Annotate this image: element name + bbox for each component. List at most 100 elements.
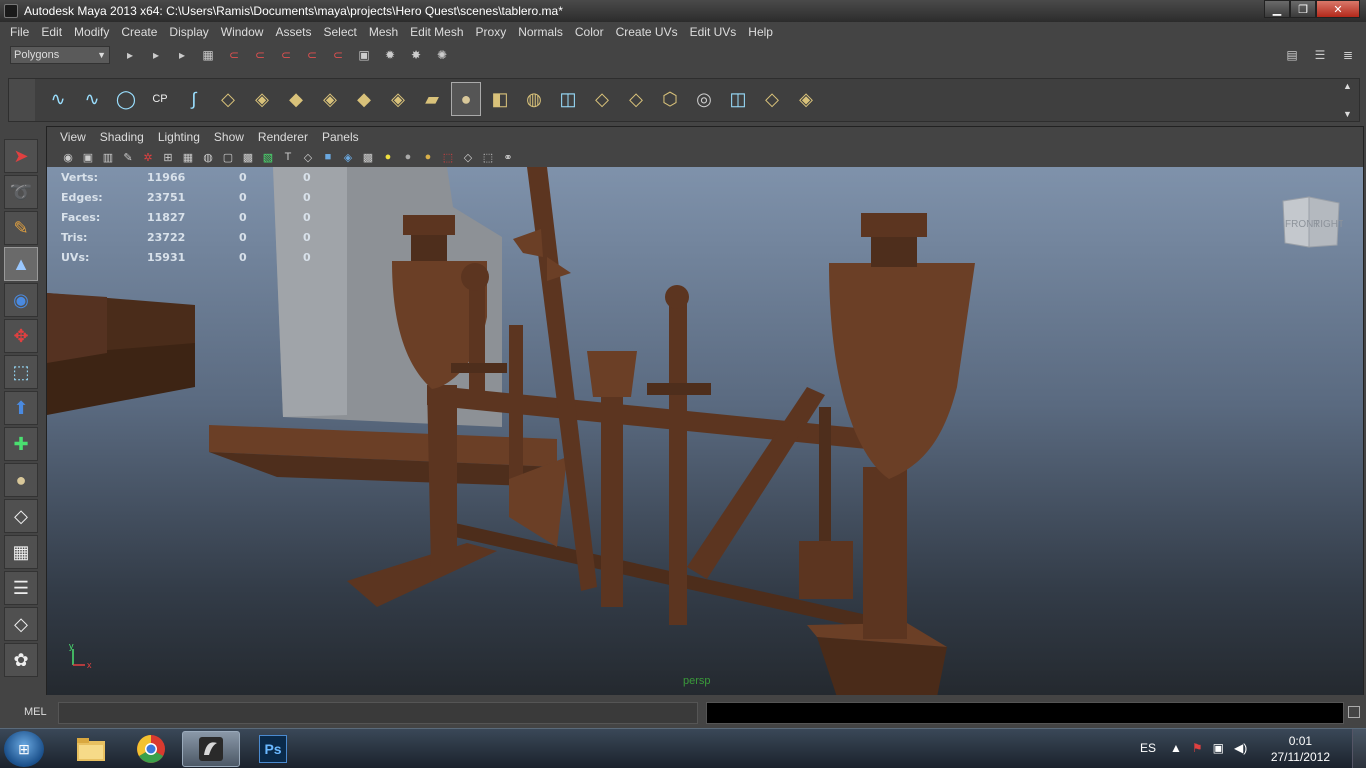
menu-color[interactable]: Color [569, 25, 610, 39]
lasso-tool-icon[interactable]: ➰ [4, 175, 38, 209]
circle-tool-icon[interactable]: ◯ [111, 82, 141, 116]
minimize-button[interactable]: ▁ [1264, 0, 1290, 18]
panel-menu-renderer[interactable]: Renderer [251, 130, 315, 144]
two-d-pan-zoom-icon[interactable]: ✲ [139, 149, 157, 165]
scroll-up-icon[interactable]: ▲ [1343, 81, 1357, 91]
grid-icon[interactable]: ⊞ [159, 149, 177, 165]
bevel-tool-icon[interactable]: ◆ [281, 82, 311, 116]
film-gate-icon[interactable]: ▦ [179, 149, 197, 165]
command-input[interactable] [58, 702, 698, 724]
menu-mesh[interactable]: Mesh [363, 25, 404, 39]
start-button[interactable]: ⊞ [4, 731, 44, 767]
polygon-plane-tool-icon[interactable]: ◇ [213, 82, 243, 116]
menu-display[interactable]: Display [163, 25, 214, 39]
tool-settings-icon[interactable]: ☰ [1310, 46, 1330, 64]
language-indicator[interactable]: ES [1140, 741, 1156, 755]
camera-attributes-icon[interactable]: ▣ [79, 149, 97, 165]
xray-components-icon[interactable]: ⚭ [499, 149, 517, 165]
menu-help[interactable]: Help [742, 25, 779, 39]
append-tool-icon[interactable]: ◆ [349, 82, 379, 116]
taskbar-chrome[interactable] [122, 731, 180, 767]
resolution-gate-icon[interactable]: ◍ [199, 149, 217, 165]
xray-joints-icon[interactable]: ⬚ [479, 149, 497, 165]
menu-normals[interactable]: Normals [512, 25, 569, 39]
cube-tool-icon[interactable]: ◧ [485, 82, 515, 116]
snap-point-icon[interactable]: ⊂ [276, 46, 296, 64]
single-layout-icon[interactable]: ◇ [4, 499, 38, 533]
snap-plane-icon[interactable]: ⊂ [302, 46, 322, 64]
bookmarks-icon[interactable]: ▥ [99, 149, 117, 165]
snapshot-tool-icon[interactable]: ◇ [757, 82, 787, 116]
panel-menu-view[interactable]: View [53, 130, 93, 144]
last-tool-icon[interactable]: ● [4, 463, 38, 497]
menu-select[interactable]: Select [317, 25, 362, 39]
volume-icon[interactable]: ◀) [1234, 741, 1247, 755]
cylindrical-map-tool-icon[interactable]: ◇ [621, 82, 651, 116]
ipr-icon[interactable]: ✹ [380, 46, 400, 64]
scroll-down-icon[interactable]: ▼ [1343, 109, 1357, 119]
cv-curve-tool-icon[interactable]: CP [145, 82, 175, 116]
hypershade-icon[interactable]: ✺ [432, 46, 452, 64]
hypershade-layout-icon[interactable]: ✿ [4, 643, 38, 677]
viewcube[interactable]: FRONT RIGHT [1279, 195, 1343, 253]
paint-select-tool-icon[interactable]: ✎ [4, 211, 38, 245]
wireframe-icon[interactable]: ◇ [299, 149, 317, 165]
shelf-handle[interactable] [9, 79, 35, 121]
smooth-shade-icon[interactable]: ■ [319, 149, 337, 165]
menu-modify[interactable]: Modify [68, 25, 115, 39]
ep-curve-tool-icon[interactable]: ∿ [43, 82, 73, 116]
material-sphere-tool-icon[interactable]: ● [451, 82, 481, 116]
automatic-map-tool-icon[interactable]: ⬡ [655, 82, 685, 116]
panel-menu-lighting[interactable]: Lighting [151, 130, 207, 144]
show-hidden-icons-icon[interactable]: ▲ [1170, 741, 1182, 755]
planar-map-tool-icon[interactable]: ◇ [587, 82, 617, 116]
snap-grid-icon[interactable]: ⊂ [224, 46, 244, 64]
universal-manipulator-icon[interactable]: ⬚ [4, 355, 38, 389]
show-manipulator-icon[interactable]: ✚ [4, 427, 38, 461]
taskbar-explorer[interactable] [62, 731, 120, 767]
sphere-tool-icon[interactable]: ◍ [519, 82, 549, 116]
camera-select-icon[interactable]: ◉ [59, 149, 77, 165]
clock[interactable]: 0:01 27/11/2012 [1271, 733, 1330, 765]
split-tool-icon[interactable]: ◈ [383, 82, 413, 116]
soft-mod-tool-icon[interactable]: ⬆ [4, 391, 38, 425]
collapse-arrow-icon[interactable]: ▸ [146, 46, 166, 64]
3d-viewport[interactable]: Verts: 11966 0 0 Edges: 23751 0 0 Faces:… [47, 167, 1363, 695]
action-center-icon[interactable]: ⚑ [1192, 741, 1203, 755]
gate-mask-icon[interactable]: ▢ [219, 149, 237, 165]
pencil-curve-tool-icon[interactable]: ∿ [77, 82, 107, 116]
outliner-layout-icon[interactable]: ☰ [4, 571, 38, 605]
menu-create[interactable]: Create [115, 25, 163, 39]
image-plane-icon[interactable]: ✎ [119, 149, 137, 165]
bezier-tool-icon[interactable]: ∫ [179, 82, 209, 116]
high-quality-icon[interactable]: ● [419, 149, 437, 165]
channel-box-icon[interactable]: ≣ [1338, 46, 1358, 64]
layout-uv-tool-icon[interactable]: ◫ [723, 82, 753, 116]
menu-assets[interactable]: Assets [269, 25, 317, 39]
panel-menu-shading[interactable]: Shading [93, 130, 151, 144]
unfold-tool-icon[interactable]: ◎ [689, 82, 719, 116]
panel-menu-panels[interactable]: Panels [315, 130, 366, 144]
four-panel-layout-icon[interactable]: ▦ [4, 535, 38, 569]
show-desktop-button[interactable] [1352, 729, 1366, 768]
collapse-arrow-icon[interactable]: ▸ [120, 46, 140, 64]
viewcube-right-label[interactable]: RIGHT [1313, 219, 1343, 230]
menu-proxy[interactable]: Proxy [470, 25, 513, 39]
use-all-lights-icon[interactable]: ● [379, 149, 397, 165]
scale-tool-icon[interactable]: ✥ [4, 319, 38, 353]
taskbar-maya[interactable] [182, 731, 240, 767]
script-editor-icon[interactable] [1348, 706, 1360, 718]
panel-menu-show[interactable]: Show [207, 130, 251, 144]
render-settings-icon[interactable]: ✸ [406, 46, 426, 64]
menuset-dropdown[interactable]: Polygons ▼ [10, 46, 110, 64]
maximize-button[interactable]: ❐ [1290, 0, 1316, 18]
textured-icon[interactable]: ▩ [359, 149, 377, 165]
collapse-arrow-icon[interactable]: ▸ [172, 46, 192, 64]
attribute-editor-icon[interactable]: ▤ [1282, 46, 1302, 64]
mel-label[interactable]: MEL [24, 706, 47, 718]
menu-file[interactable]: File [4, 25, 35, 39]
render-icon[interactable]: ▣ [354, 46, 374, 64]
menu-edit-uvs[interactable]: Edit UVs [684, 25, 743, 39]
move-tool-icon[interactable]: ▲ [4, 247, 38, 281]
menu-edit[interactable]: Edit [35, 25, 68, 39]
